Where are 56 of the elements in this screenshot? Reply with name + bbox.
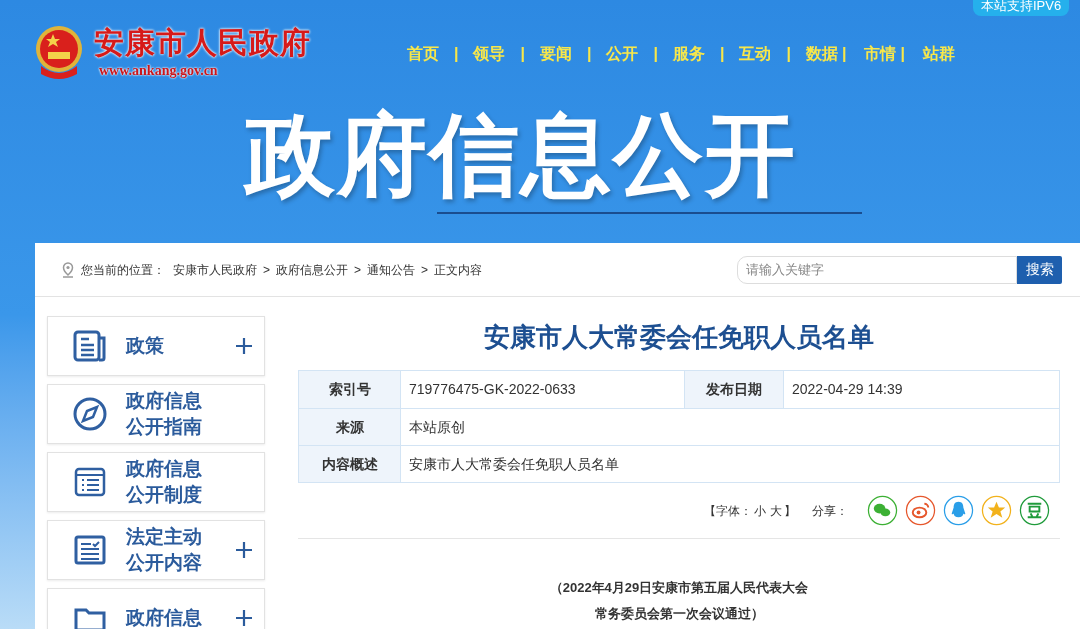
nav-divider: | <box>520 44 525 64</box>
table-cell-text: 719776475-GK-2022-0633 <box>408 380 577 399</box>
sidebar-item[interactable]: 政策 <box>47 316 265 376</box>
site-name: 安康市人民政府 <box>94 25 311 61</box>
share-label: 分享： <box>812 502 848 520</box>
font-size-bracket: 】 <box>784 502 796 520</box>
newspaper-icon <box>72 330 108 362</box>
search-button[interactable]: 搜索 <box>1017 255 1062 284</box>
font-size-label: 【字体： <box>704 502 752 520</box>
sidebar-item[interactable]: 法定主动公开内容 <box>47 520 265 580</box>
penguin-icon[interactable] <box>943 495 974 526</box>
nav-divider: | <box>586 44 592 64</box>
breadcrumb-link[interactable]: 正文内容 <box>434 260 483 279</box>
breadcrumb-separator: > <box>421 261 429 279</box>
font-small-link[interactable]: 小 <box>754 501 766 520</box>
nav-divider: | <box>653 44 658 64</box>
ipv6-badge: 本站支持IPV6 <box>973 0 1070 16</box>
bean-icon[interactable] <box>1019 495 1050 526</box>
list-icon <box>72 466 108 498</box>
eye-swirl-icon[interactable] <box>905 495 936 526</box>
nav-divider: | <box>786 44 791 64</box>
table-cell-text: 本站原创 <box>408 417 466 437</box>
plus-icon[interactable] <box>236 610 252 626</box>
table-cell-text: 安康市人大常委会任免职人员名单 <box>408 454 620 474</box>
table-header-cell: 内容概述 <box>299 446 401 482</box>
site-url: www.ankang.gov.cn <box>99 62 218 80</box>
sidebar-item[interactable]: 政府信息公开指南 <box>47 384 265 444</box>
breadcrumb-link[interactable]: 政府信息公开 <box>276 260 348 279</box>
breadcrumb-link[interactable]: 安康市人民政府 <box>173 260 257 279</box>
checklist-icon <box>72 534 108 566</box>
nav-divider: | <box>719 44 725 64</box>
article-title: 安康市人大常委会任免职人员名单 <box>483 321 875 354</box>
subtitle-line: （2022年4月29日安康市第五届人民代表大会 <box>549 579 809 597</box>
location-pin-icon <box>62 261 74 278</box>
subtitle-line: 常务委员会第一次会议通过） <box>594 605 764 623</box>
breadcrumb-separator: > <box>354 261 362 279</box>
table-header-cell: 来源 <box>299 409 401 445</box>
breadcrumb-label: 您当前的位置： <box>81 261 165 279</box>
sidebar-item[interactable]: 政府信息公开制度 <box>47 452 265 512</box>
nav-divider: | <box>454 44 459 64</box>
compass-icon <box>72 396 108 432</box>
breadcrumb-link[interactable]: 通知公告 <box>367 260 416 279</box>
nav-divider: | <box>900 44 905 64</box>
table-header-cell: 索引号 <box>299 371 401 408</box>
plus-icon[interactable] <box>236 542 252 558</box>
table-cell-text: 2022-04-29 14:39 <box>791 380 904 399</box>
search-field[interactable]: 请输入关键字 <box>737 255 1017 284</box>
sidebar-item[interactable]: 政府信息 <box>47 588 265 629</box>
nav-divider: | <box>841 44 847 64</box>
emblem-icon <box>33 24 85 80</box>
table-header-cell: 发布日期 <box>684 371 784 408</box>
plus-icon[interactable] <box>236 338 252 354</box>
font-large-link[interactable]: 大 <box>770 501 782 520</box>
banner-title: 政府信息公开 <box>245 105 797 205</box>
chat-bubbles-icon[interactable] <box>867 495 898 526</box>
breadcrumb-separator: > <box>263 261 270 279</box>
